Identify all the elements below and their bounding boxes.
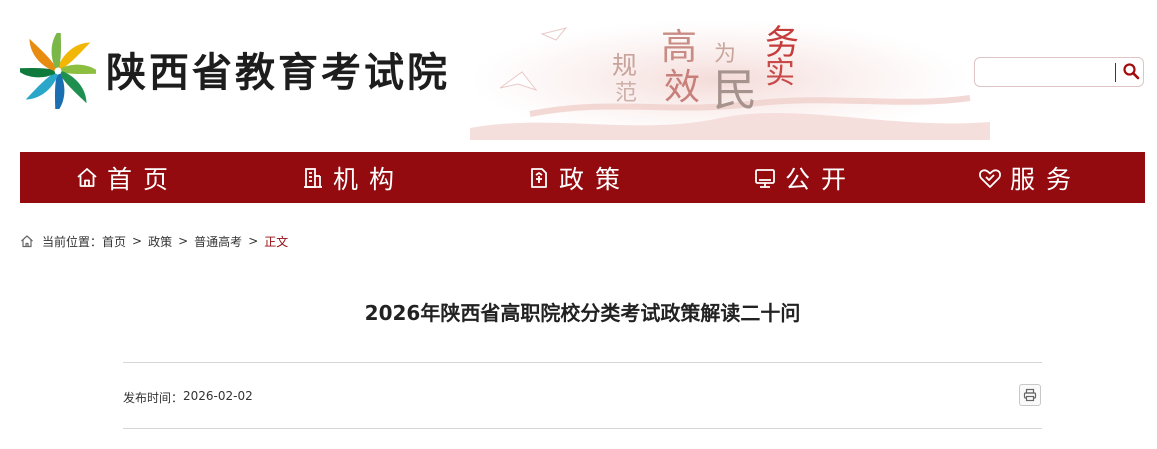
article-meta: 发布时间： 2026-02-02 — [123, 389, 253, 406]
slogan-char: 务 — [765, 23, 799, 63]
slogan-char: 民 — [713, 65, 757, 116]
search-button[interactable] — [1119, 61, 1143, 83]
nav-item-label: 公开 — [785, 164, 858, 194]
search-input[interactable] — [983, 62, 1117, 84]
breadcrumb-current: 正文 — [264, 234, 289, 249]
print-button[interactable] — [1019, 384, 1041, 406]
nav-item-label: 服务 — [1010, 164, 1083, 194]
slogan-char: 为 — [714, 42, 737, 67]
nav-item-service[interactable]: 服务 — [978, 152, 1082, 203]
home-icon — [75, 166, 99, 190]
nav-item-label: 首页 — [107, 164, 180, 194]
nav-item-label: 机构 — [333, 164, 406, 194]
slogan-char: 规 — [612, 51, 638, 80]
site-title: 陕西省教育考试院 — [106, 49, 450, 96]
nav-item-home[interactable]: 首页 — [75, 152, 179, 203]
slogan-char: 效 — [664, 67, 701, 108]
site-header: 陕西省教育考试院 规 高 为 务 范 效 民 实 — [0, 0, 1157, 150]
breadcrumb-separator: > — [178, 234, 189, 248]
publish-label: 发布时间： — [123, 391, 184, 405]
breadcrumb: 当前位置： 首页 > 政策 > 普通高考 > 正文 — [20, 233, 288, 249]
building-icon — [301, 166, 325, 190]
search-box — [974, 57, 1144, 87]
breadcrumb-link-gaokao[interactable]: 普通高考 — [194, 233, 242, 250]
search-icon — [1123, 62, 1140, 79]
nav-item-policy[interactable]: 政策 — [527, 152, 631, 203]
breadcrumb-prefix: 当前位置： — [42, 234, 103, 249]
home-icon — [20, 234, 34, 248]
nav-item-public[interactable]: 公开 — [753, 152, 857, 203]
search-divider — [1115, 63, 1116, 82]
site-logo-icon — [20, 33, 96, 109]
breadcrumb-separator: > — [132, 234, 143, 248]
title-divider — [123, 362, 1042, 363]
printer-icon — [1023, 388, 1037, 402]
slogan-char: 实 — [765, 56, 795, 91]
breadcrumb-separator: > — [248, 234, 259, 248]
main-nav: 首页 机构 政策 公开 服务 — [20, 152, 1145, 203]
nav-item-label: 政策 — [559, 164, 632, 194]
publish-date: 2026-02-02 — [183, 389, 253, 403]
article-title: 2026年陕西省高职院校分类考试政策解读二十问 — [364, 301, 801, 325]
breadcrumb-link-home[interactable]: 首页 — [102, 233, 126, 250]
slogan-char: 范 — [615, 81, 638, 106]
slogan-char: 高 — [661, 27, 698, 68]
monitor-icon — [753, 166, 777, 190]
nav-item-organization[interactable]: 机构 — [301, 152, 405, 203]
breadcrumb-link-policy[interactable]: 政策 — [148, 233, 172, 250]
document-icon — [527, 166, 551, 190]
heart-hand-icon — [978, 166, 1002, 190]
meta-divider — [123, 428, 1042, 429]
